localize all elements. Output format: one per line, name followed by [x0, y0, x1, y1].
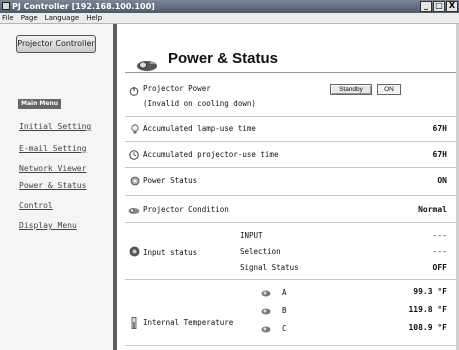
- window-title-bar: PJ Controller [192.168.100.100] _ □ X: [0, 0, 459, 13]
- close-button[interactable]: X: [446, 1, 458, 12]
- menu-help[interactable]: Help: [86, 14, 102, 22]
- sensor-a-name: A: [282, 288, 287, 297]
- projector-controller-logo: Projector Controller: [16, 35, 96, 53]
- projector-condition-icon: [128, 208, 140, 214]
- internal-temperature-label: Internal Temperature: [143, 318, 234, 327]
- projector-app-icon: [2, 2, 10, 10]
- clock-icon: [129, 150, 139, 160]
- projector-power-label: Projector Power: [143, 84, 211, 93]
- menu-language[interactable]: Language: [45, 14, 80, 22]
- lamp-time-value: 67H: [432, 124, 447, 133]
- main-content: Power & Status Projector Power (Invalid …: [121, 24, 459, 350]
- row-divider: [125, 222, 458, 223]
- selection-row-value: ---: [432, 247, 447, 256]
- row-divider: [125, 116, 458, 117]
- row-divider: [125, 279, 458, 280]
- sidebar-item-network-viewer[interactable]: Network Viewer: [19, 164, 86, 173]
- sidebar-item-initial-setting[interactable]: Initial Setting: [19, 122, 91, 131]
- main-menu-badge: Main Menu: [18, 99, 62, 109]
- sensor-b-name: B: [282, 306, 287, 315]
- row-divider: [125, 345, 458, 346]
- selection-row-name: Selection: [240, 247, 281, 256]
- sidebar-item-control[interactable]: Control: [19, 201, 53, 210]
- sensor-b-value: 119.8 °F: [408, 305, 447, 314]
- sensor-icon: [261, 308, 271, 315]
- title-divider: [125, 72, 458, 73]
- sidebar-item-power-status[interactable]: Power & Status: [19, 181, 86, 190]
- lamp-time-label: Accumulated lamp-use time: [143, 124, 256, 133]
- projector-time-label: Accumulated projector-use time: [143, 150, 279, 159]
- projector-time-value: 67H: [432, 150, 447, 159]
- input-row-name: INPUT: [240, 231, 263, 240]
- lamp-icon: [131, 124, 139, 134]
- input-icon: [129, 246, 140, 257]
- projector-power-note: (Invalid on cooling down): [143, 99, 256, 108]
- signal-status-row-value: OFF: [432, 263, 447, 272]
- input-row-value: ---: [432, 231, 447, 240]
- projector-condition-value: Normal: [418, 205, 447, 214]
- maximize-button[interactable]: □: [433, 1, 445, 12]
- thermometer-icon: [131, 317, 137, 329]
- projector-icon: [137, 61, 157, 71]
- power-status-icon: [130, 176, 140, 186]
- power-status-value: ON: [437, 176, 447, 185]
- sensor-c-value: 108.9 °F: [408, 323, 447, 332]
- menu-file[interactable]: File: [2, 14, 14, 22]
- sidebar-item-email-setting[interactable]: E-mail Setting: [19, 144, 86, 153]
- power-status-label: Power Status: [143, 176, 198, 185]
- sensor-icon: [261, 290, 271, 297]
- row-divider: [125, 167, 458, 168]
- sidebar: Projector Controller Main Menu Initial S…: [0, 24, 117, 350]
- projector-condition-label: Projector Condition: [143, 205, 229, 214]
- sensor-c-name: C: [282, 324, 287, 333]
- sensor-a-value: 99.3 °F: [413, 287, 447, 296]
- power-icon: [129, 87, 139, 96]
- page-title: Power & Status: [168, 50, 279, 67]
- menu-bar: File Page Language Help: [0, 13, 459, 24]
- menu-page[interactable]: Page: [21, 14, 38, 22]
- row-divider: [125, 141, 458, 142]
- sidebar-item-display-menu[interactable]: Display Menu: [19, 221, 77, 230]
- power-on-button[interactable]: ON: [377, 84, 401, 95]
- sensor-icon: [261, 326, 271, 333]
- signal-status-row-name: Signal Status: [240, 263, 299, 272]
- standby-button[interactable]: Standby: [330, 84, 372, 95]
- window-controls: _ □ X: [419, 1, 458, 12]
- minimize-button[interactable]: _: [420, 1, 432, 12]
- input-status-label: Input status: [143, 248, 198, 257]
- window-title: PJ Controller [192.168.100.100]: [12, 2, 155, 11]
- row-divider: [125, 195, 458, 196]
